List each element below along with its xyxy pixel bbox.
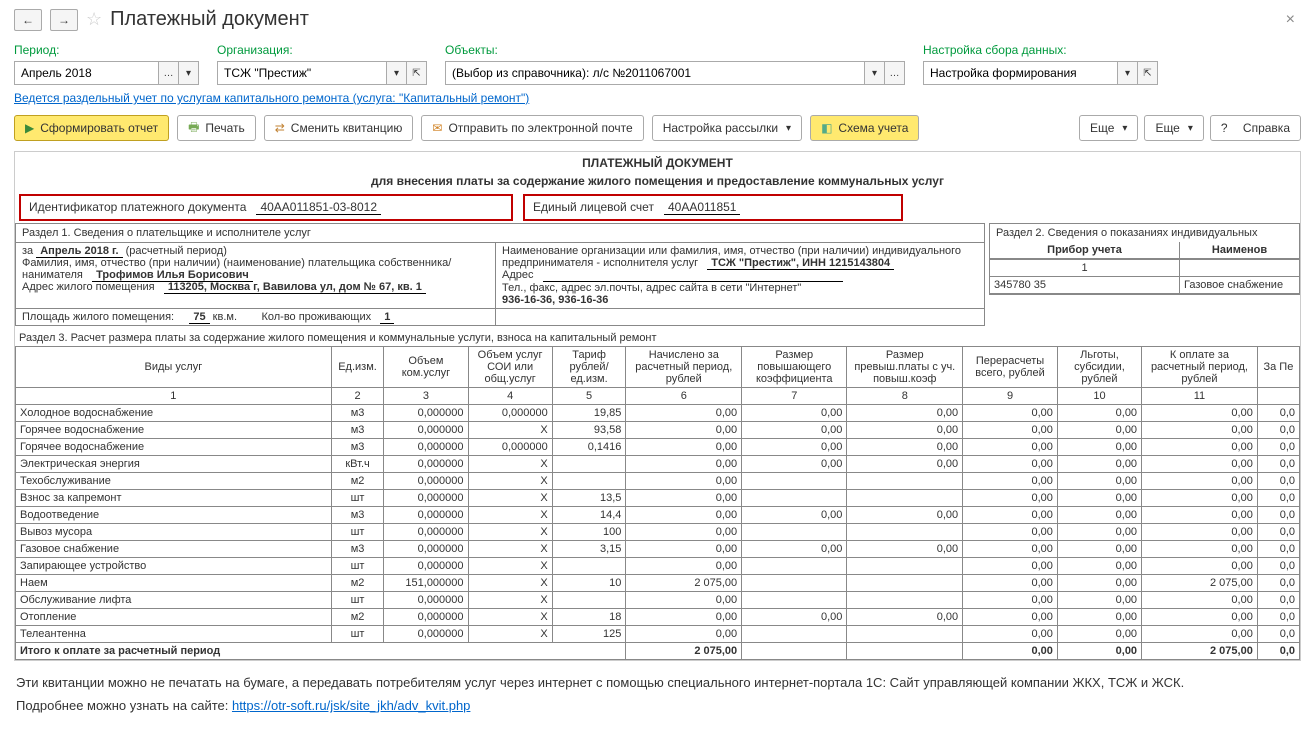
table-row[interactable]: Наемм2151,000000Х102 075,000,000,002 075… [16,575,1300,592]
scheme-icon: ◧ [821,121,832,135]
period-label: Период: [14,43,199,57]
chevron-down-icon: ▾ [1122,123,1127,134]
mailing-settings-button[interactable]: Настройка рассылки▾ [652,115,802,141]
document-area: ПЛАТЕЖНЫЙ ДОКУМЕНТ для внесения платы за… [14,151,1301,661]
doc-id-value: 40АА011851-03-8012 [256,200,381,215]
col-header: За Пе [1257,347,1299,388]
objects-label: Объекты: [445,43,905,57]
table-row[interactable]: Запирающее устройствошт0,000000Х0,000,00… [16,558,1300,575]
table-row[interactable]: Отоплением20,000000Х180,000,000,000,000,… [16,609,1300,626]
help-icon: ? [1221,121,1228,135]
objects-input[interactable] [445,61,865,85]
col-index: 2 [331,388,384,405]
print-button[interactable]: 🖶Печать [177,115,256,141]
section3-title: Раздел 3. Расчет размера платы за содерж… [15,326,1300,346]
settings-open-button[interactable]: ⇱ [1138,61,1158,85]
section1: Раздел 1. Сведения о плательщике и испол… [15,223,985,326]
org-label: Организация: [217,43,427,57]
swap-icon: ⇄ [275,121,285,135]
col-index: 9 [963,388,1058,405]
col-header: Ед.изм. [331,347,384,388]
table-row[interactable]: Горячее водоснабжением30,0000000,0000000… [16,439,1300,456]
col-header: Виды услуг [16,347,332,388]
org-open-button[interactable]: ⇱ [407,61,427,85]
back-button[interactable]: ← [14,9,42,31]
table-row[interactable]: Взнос за капремонтшт0,000000Х13,50,000,0… [16,490,1300,507]
table-row[interactable]: Обслуживание лифташт0,000000Х0,000,000,0… [16,592,1300,609]
section2: Раздел 2. Сведения о показаниях индивиду… [989,223,1300,295]
doc-sub: для внесения платы за содержание жилого … [15,174,1300,192]
org-input[interactable] [217,61,387,85]
col-header: К оплате за расчетный период, рублей [1142,347,1258,388]
col-index: 5 [552,388,626,405]
doc-header: ПЛАТЕЖНЫЙ ДОКУМЕНТ [15,152,1300,174]
col-header: Льготы, субсидии, рублей [1057,347,1141,388]
col-header: Объем ком.услуг [384,347,468,388]
table-row[interactable]: Водоотведением30,000000Х14,40,000,000,00… [16,507,1300,524]
chevron-down-icon: ▾ [1188,123,1193,134]
col-index: 10 [1057,388,1141,405]
table-row[interactable]: Телеантеннашт0,000000Х1250,000,000,000,0… [16,626,1300,643]
col-index: 6 [626,388,742,405]
col-header: Начислено за расчетный период, рублей [626,347,742,388]
mail-icon: ✉ [432,121,442,135]
table-row[interactable]: Холодное водоснабжением30,0000000,000000… [16,405,1300,422]
period-dropdown-button[interactable]: ▾ [179,61,199,85]
accounting-scheme-button[interactable]: ◧Схема учета [810,115,919,141]
account-value: 40АА011851 [664,200,741,215]
favorite-icon[interactable]: ☆ [86,9,102,30]
col-header: Объем услуг СОИ или общ.услуг [468,347,552,388]
col-index: 7 [742,388,847,405]
org-dropdown-button[interactable]: ▾ [387,61,407,85]
account-box: Единый лицевой счет 40АА011851 [523,194,903,221]
close-button[interactable]: × [1280,11,1301,29]
col-index [1257,388,1299,405]
period-picker-button[interactable]: … [159,61,179,85]
more-button-1[interactable]: Еще▾ [1079,115,1138,141]
col-header: Тариф рублей/ ед.изм. [552,347,626,388]
send-email-button[interactable]: ✉Отправить по электронной почте [421,115,643,141]
table-row[interactable]: Электрическая энергиякВт.ч0,000000Х0,000… [16,456,1300,473]
footer-text: Эти квитанции можно не печатать на бумаг… [14,661,1301,694]
change-receipt-button[interactable]: ⇄Сменить квитанцию [264,115,414,141]
settings-dropdown-button[interactable]: ▾ [1118,61,1138,85]
help-button[interactable]: ? Справка [1210,115,1301,141]
chevron-down-icon: ▾ [786,123,791,134]
services-table: Виды услугЕд.изм.Объем ком.услугОбъем ус… [15,346,1300,660]
table-row[interactable]: Горячее водоснабжением30,000000Х93,580,0… [16,422,1300,439]
period-input[interactable] [14,61,159,85]
col-header: Размер повышающего коэффициента [742,347,847,388]
col-index: 3 [384,388,468,405]
form-report-button[interactable]: ▶Сформировать отчет [14,115,169,141]
caprepair-link[interactable]: Ведется раздельный учет по услугам капит… [14,91,529,105]
col-index: 1 [16,388,332,405]
table-row[interactable]: Вывоз мусорашт0,000000Х1000,000,000,000,… [16,524,1300,541]
forward-button[interactable]: → [50,9,78,31]
table-row[interactable]: Техобслуживанием20,000000Х0,000,000,000,… [16,473,1300,490]
settings-input[interactable] [923,61,1118,85]
objects-dropdown-button[interactable]: ▾ [865,61,885,85]
table-row[interactable]: Газовое снабжением30,000000Х3,150,000,00… [16,541,1300,558]
col-index: 4 [468,388,552,405]
col-index: 11 [1142,388,1258,405]
objects-picker-button[interactable]: … [885,61,905,85]
page-title: Платежный документ [110,8,309,31]
footer-link[interactable]: https://otr-soft.ru/jsk/site_jkh/adv_kvi… [232,698,470,713]
col-header: Перерасчеты всего, рублей [963,347,1058,388]
col-index: 8 [847,388,963,405]
col-header: Размер превыш.платы с уч. повыш.коэф [847,347,963,388]
settings-label: Настройка сбора данных: [923,43,1158,57]
print-icon: 🖶 [188,118,199,139]
play-icon: ▶ [25,121,34,135]
doc-id-box: Идентификатор платежного документа 40АА0… [19,194,513,221]
more-button-2[interactable]: Еще▾ [1144,115,1203,141]
